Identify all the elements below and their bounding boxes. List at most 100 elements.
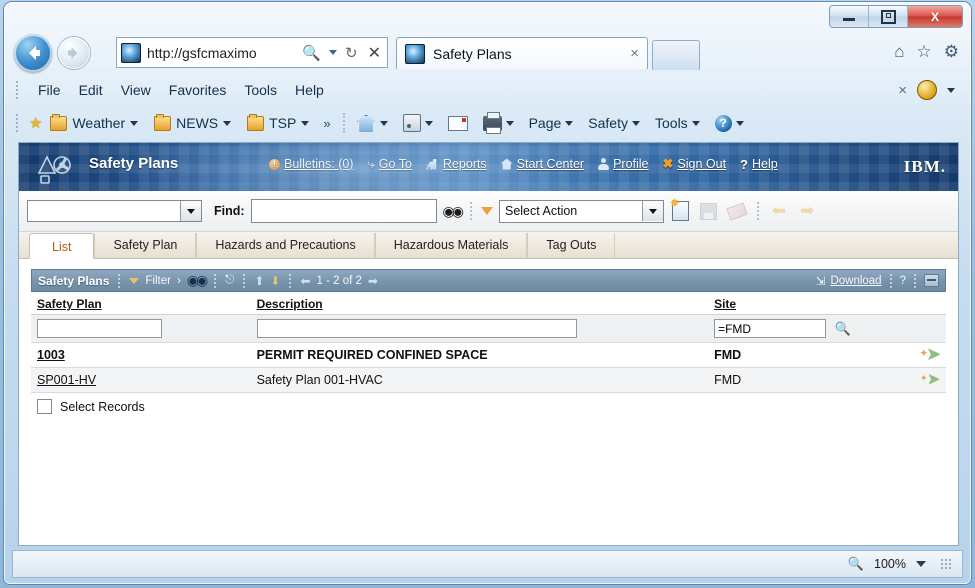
favorite-folder-news[interactable]: NEWS	[146, 113, 239, 133]
favorites-overflow-icon[interactable]: »	[323, 116, 330, 131]
table-row[interactable]: SP001-HV Safety Plan 001-HVAC FMD	[31, 367, 946, 393]
chevron-down-icon	[632, 120, 640, 126]
column-header-site[interactable]: Site	[708, 292, 946, 315]
menu-item-help[interactable]: Help	[286, 79, 333, 101]
tab-close-icon[interactable]: ×	[630, 45, 639, 62]
saved-query-select[interactable]	[27, 200, 202, 222]
chevron-down-icon	[565, 120, 574, 126]
select-action-dropdown[interactable]: Select Action	[498, 199, 664, 223]
close-button[interactable]: X	[908, 6, 962, 27]
menu-item-file[interactable]: File	[29, 79, 70, 101]
favorite-folder-tsp[interactable]: TSP	[239, 113, 317, 133]
nav-link-profile[interactable]: Profile	[598, 157, 649, 171]
tab-list[interactable]: List	[29, 233, 95, 259]
home-button[interactable]	[351, 113, 394, 134]
minimize-section-icon[interactable]	[924, 274, 939, 287]
next-record-button[interactable]: ➡	[796, 200, 818, 222]
back-button[interactable]	[14, 34, 52, 72]
filter-input-site[interactable]	[714, 319, 827, 338]
save-button[interactable]	[698, 200, 720, 222]
new-record-button[interactable]	[669, 196, 692, 222]
menu-item-tools[interactable]: Tools	[235, 79, 286, 101]
resize-grip[interactable]	[940, 558, 952, 570]
previous-page-icon[interactable]: ⬅	[300, 274, 310, 288]
menu-item-edit[interactable]: Edit	[70, 79, 112, 101]
select-value-triangle-down-icon[interactable]	[480, 207, 493, 215]
nav-link-start-center[interactable]: Start Center	[500, 157, 584, 171]
download-link[interactable]: Download	[830, 275, 881, 287]
command-bar: Page Safety Tools ?	[351, 111, 750, 134]
previous-record-button[interactable]: ⬅	[768, 200, 790, 222]
tools-menu-button[interactable]: Tools	[649, 113, 706, 133]
menu-bar-right: ×	[898, 80, 955, 100]
safety-plan-link[interactable]: SP001-HV	[37, 373, 96, 387]
triangle-down-icon[interactable]	[129, 277, 140, 284]
chevron-down-icon[interactable]	[916, 561, 926, 567]
stop-close-icon[interactable]: ✕	[366, 43, 383, 63]
chevron-down-icon[interactable]	[180, 201, 201, 221]
nav-link-reports[interactable]: Reports	[425, 157, 487, 171]
search-icon[interactable]: 🔍	[300, 44, 323, 62]
tab-tag-outs[interactable]: Tag Outs	[527, 233, 616, 258]
menu-grip-handle[interactable]	[16, 81, 21, 99]
menu-item-favorites[interactable]: Favorites	[160, 79, 236, 101]
page-menu-button[interactable]: Page	[523, 113, 580, 133]
nav-link-goto[interactable]: ⤷ Go To	[367, 156, 411, 172]
zoom-icon[interactable]: 🔍	[848, 556, 864, 572]
address-input[interactable]: http://gsfcmaximo	[147, 45, 294, 61]
chevron-down-icon[interactable]	[641, 201, 663, 221]
select-records-checkbox[interactable]	[37, 399, 52, 414]
mail-button[interactable]	[442, 114, 474, 133]
goto-record-icon[interactable]	[920, 370, 940, 388]
add-favorite-icon[interactable]: ★	[29, 114, 42, 132]
emoticon-icon[interactable]	[917, 80, 937, 100]
table-options-icon[interactable]: ⎋	[225, 274, 234, 287]
tab-hazardous-materials[interactable]: Hazardous Materials	[374, 233, 528, 258]
nav-link-help[interactable]: ? Help	[740, 157, 778, 172]
refresh-icon[interactable]: ↻	[343, 44, 360, 62]
favorites-star-icon[interactable]: ☆	[917, 42, 932, 62]
minimize-button[interactable]	[830, 6, 869, 27]
favorite-folder-weather[interactable]: Weather	[42, 113, 146, 133]
arrow-down-icon[interactable]: ⬇	[270, 274, 280, 288]
new-tab-button[interactable]	[652, 40, 700, 70]
favorites-grip-handle[interactable]	[16, 114, 21, 132]
filter-input-safety-plan[interactable]	[37, 319, 162, 338]
address-bar[interactable]: http://gsfcmaximo 🔍 ↻ ✕	[116, 37, 388, 68]
folder-icon	[247, 113, 265, 131]
column-header-safety-plan[interactable]: Safety Plan	[31, 292, 251, 315]
tab-safety-plan[interactable]: Safety Plan	[94, 233, 197, 258]
filter-input-description[interactable]	[256, 319, 577, 338]
find-input[interactable]	[250, 199, 437, 223]
menubar-close-icon[interactable]: ×	[898, 82, 907, 99]
safety-plan-link[interactable]: 1003	[37, 348, 65, 362]
help-menu-button[interactable]: ?	[709, 113, 750, 134]
home-icon[interactable]: ⌂	[894, 42, 904, 62]
binoculars-icon[interactable]: ◉◉	[443, 203, 465, 220]
tools-gear-icon[interactable]: ⚙	[944, 42, 959, 62]
next-page-icon[interactable]: ➡	[368, 274, 378, 288]
goto-record-icon[interactable]	[920, 345, 940, 363]
site-lookup-search-icon[interactable]: 🔍	[835, 321, 851, 336]
chevron-down-icon[interactable]	[947, 87, 955, 93]
nav-link-sign-out[interactable]: ✖ Sign Out	[663, 156, 727, 172]
select-records-row[interactable]: Select Records	[31, 393, 946, 420]
filter-label[interactable]: Filter	[145, 275, 171, 287]
browser-tab-safety-plans[interactable]: Safety Plans ×	[396, 37, 648, 69]
maximize-button[interactable]	[869, 6, 908, 27]
arrow-up-icon[interactable]: ⬆	[254, 274, 264, 288]
nav-link-bulletins[interactable]: ! Bulletins: (0)	[269, 157, 353, 171]
feeds-button[interactable]	[397, 112, 439, 134]
section-help-button[interactable]: ?	[900, 275, 906, 287]
clear-changes-button[interactable]	[726, 200, 748, 222]
menu-item-view[interactable]: View	[112, 79, 160, 101]
table-row[interactable]: 1003 PERMIT REQUIRED CONFINED SPACE FMD	[31, 342, 946, 368]
binoculars-icon[interactable]: ◉◉	[187, 272, 209, 289]
chevron-down-icon[interactable]	[329, 50, 338, 55]
print-button[interactable]	[477, 111, 520, 134]
safety-menu-button[interactable]: Safety	[582, 113, 646, 133]
download-icon[interactable]: ⇲	[816, 274, 826, 288]
tab-hazards-and-precautions[interactable]: Hazards and Precautions	[196, 233, 375, 258]
forward-button[interactable]	[58, 37, 90, 69]
column-header-description[interactable]: Description	[250, 292, 709, 315]
